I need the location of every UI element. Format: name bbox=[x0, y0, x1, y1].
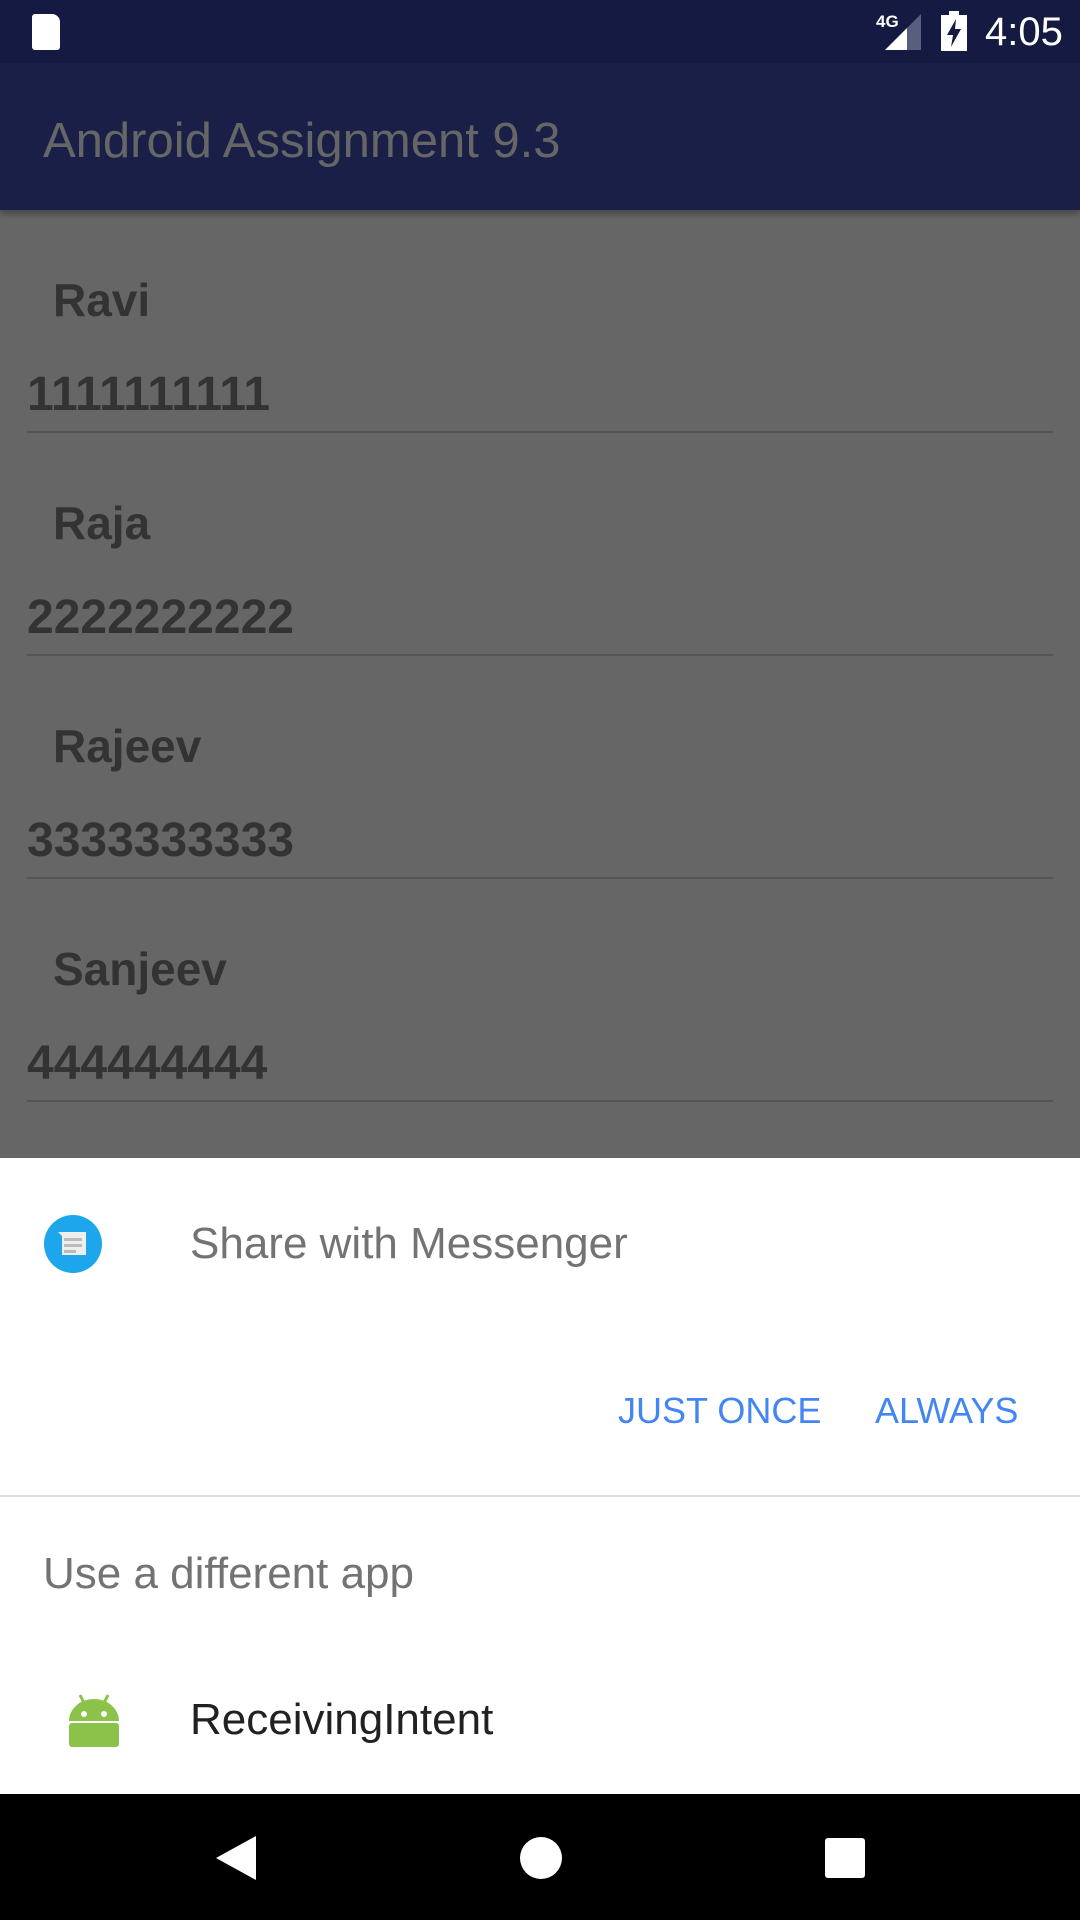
contact-number: 2222222222 bbox=[27, 591, 294, 644]
app-chooser-sheet: Share with Messenger JUST ONCE ALWAYS Us… bbox=[0, 1158, 1080, 1794]
other-apps-header: Use a different app bbox=[43, 1549, 414, 1598]
contact-name: Ravi bbox=[53, 274, 151, 326]
always-button[interactable]: ALWAYS bbox=[875, 1390, 1018, 1432]
divider bbox=[0, 1495, 1080, 1497]
contact-number: 3333333333 bbox=[27, 814, 294, 867]
list-item[interactable]: Rajeev 3333333333 bbox=[0, 656, 1080, 879]
navigation-bar bbox=[0, 1794, 1080, 1920]
just-once-button[interactable]: JUST ONCE bbox=[618, 1390, 821, 1432]
contact-number: 444444444 bbox=[27, 1037, 268, 1090]
list-item[interactable]: Ravi 1111111111 bbox=[0, 210, 1080, 433]
home-icon[interactable] bbox=[519, 1836, 563, 1880]
app-label: ReceivingIntent bbox=[190, 1695, 494, 1744]
recents-icon[interactable] bbox=[825, 1838, 865, 1878]
battery-charging-icon bbox=[941, 11, 967, 51]
contact-name: Sanjeev bbox=[53, 943, 227, 995]
contact-list: Ravi 1111111111 Raja 2222222222 Rajeev 3333… bbox=[0, 210, 1080, 1102]
android-icon bbox=[69, 1694, 119, 1747]
sd-card-icon bbox=[32, 14, 60, 50]
contact-number: 1111111111 bbox=[27, 368, 271, 421]
list-item[interactable]: Sanjeev 444444444 bbox=[0, 879, 1080, 1102]
clock: 4:05 bbox=[985, 10, 1063, 54]
app-bar: Android Assignment 9.3 bbox=[0, 63, 1080, 210]
page-title: Android Assignment 9.3 bbox=[43, 114, 561, 168]
list-item[interactable]: Raja 2222222222 bbox=[0, 433, 1080, 656]
status-bar: 4G 4:05 bbox=[0, 0, 1080, 63]
default-app-label: Share with Messenger bbox=[190, 1219, 628, 1268]
back-icon[interactable] bbox=[216, 1836, 256, 1880]
divider bbox=[27, 1100, 1053, 1102]
signal-icon bbox=[885, 14, 921, 50]
messenger-icon bbox=[44, 1215, 102, 1273]
contact-name: Raja bbox=[53, 497, 151, 549]
contact-name: Rajeev bbox=[53, 720, 202, 772]
app-item-receivingintent[interactable]: ReceivingIntent bbox=[0, 1663, 1080, 1778]
default-app-row[interactable]: Share with Messenger bbox=[0, 1188, 1080, 1300]
